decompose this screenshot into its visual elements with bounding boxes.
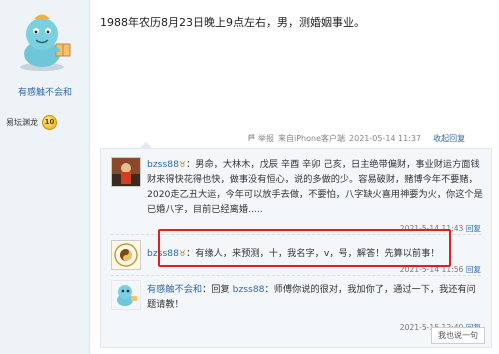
say-something-button[interactable]: 我也说一句 xyxy=(431,327,485,344)
reply-button[interactable]: 回复 xyxy=(466,265,481,274)
reply-body: bzss88♉：男命，大林木，戊辰 辛酉 辛卯 己亥，日主绝带偏财，事业财运方面… xyxy=(147,157,483,217)
reply-author[interactable]: bzss88 xyxy=(147,159,179,170)
report-link[interactable]: 举报 xyxy=(248,133,274,144)
report-label: 举报 xyxy=(258,133,274,143)
cartoon-avatar-icon xyxy=(8,10,82,74)
post-content: 1988年农历8月23日晚上9点左右，男，测婚姻事业。 xyxy=(100,16,365,29)
reply-prefix: ：回复 xyxy=(202,284,230,295)
cartoon-avatar-icon xyxy=(112,281,140,309)
reply-avatar[interactable] xyxy=(111,240,141,270)
reply-divider xyxy=(111,275,481,276)
reply-item: bzss88♉：男命，大林木，戊辰 辛酉 辛卯 己亥，日主绝带偏财，事业财运方面… xyxy=(101,157,493,239)
reply-avatar[interactable] xyxy=(111,157,141,187)
report-icon xyxy=(248,134,255,141)
user-sidebar: 有感触不会和 易坛渊龙 10 xyxy=(0,0,90,354)
portrait-avatar-icon xyxy=(112,158,140,186)
reply-body: 有感触不会和：回复 bzss88：师傅你说的很对，我加你了，通过一下，我还有问题… xyxy=(147,282,483,312)
user-avatar[interactable] xyxy=(8,10,82,74)
sidebar-username[interactable]: 有感触不会和 xyxy=(0,85,90,98)
highlight-box xyxy=(158,229,451,267)
reply-target[interactable]: bzss88 xyxy=(233,284,265,295)
level-badge: 10 xyxy=(42,114,57,130)
reply-button[interactable]: 回复 xyxy=(466,224,481,233)
collapse-reply-link[interactable]: 收起回复 xyxy=(433,133,465,144)
post-date: 2021-05-14 11:37 xyxy=(349,133,422,143)
post-meta: 举报 来自iPhone客户端 2021-05-14 11:37 收起回复 xyxy=(248,131,465,145)
user-rank: 易坛渊龙 10 xyxy=(6,113,84,131)
post-source: 来自iPhone客户端 xyxy=(278,133,346,143)
reply-avatar[interactable] xyxy=(111,280,141,310)
reply-author[interactable]: 有感触不会和 xyxy=(147,284,202,295)
taiji-avatar-icon xyxy=(112,241,140,269)
reply-text: ：男命，大林木，戊辰 辛酉 辛卯 己亥，日主绝带偏财，事业财运方面钱财来得快花得… xyxy=(147,159,483,215)
rank-label: 易坛渊龙 xyxy=(6,117,38,127)
